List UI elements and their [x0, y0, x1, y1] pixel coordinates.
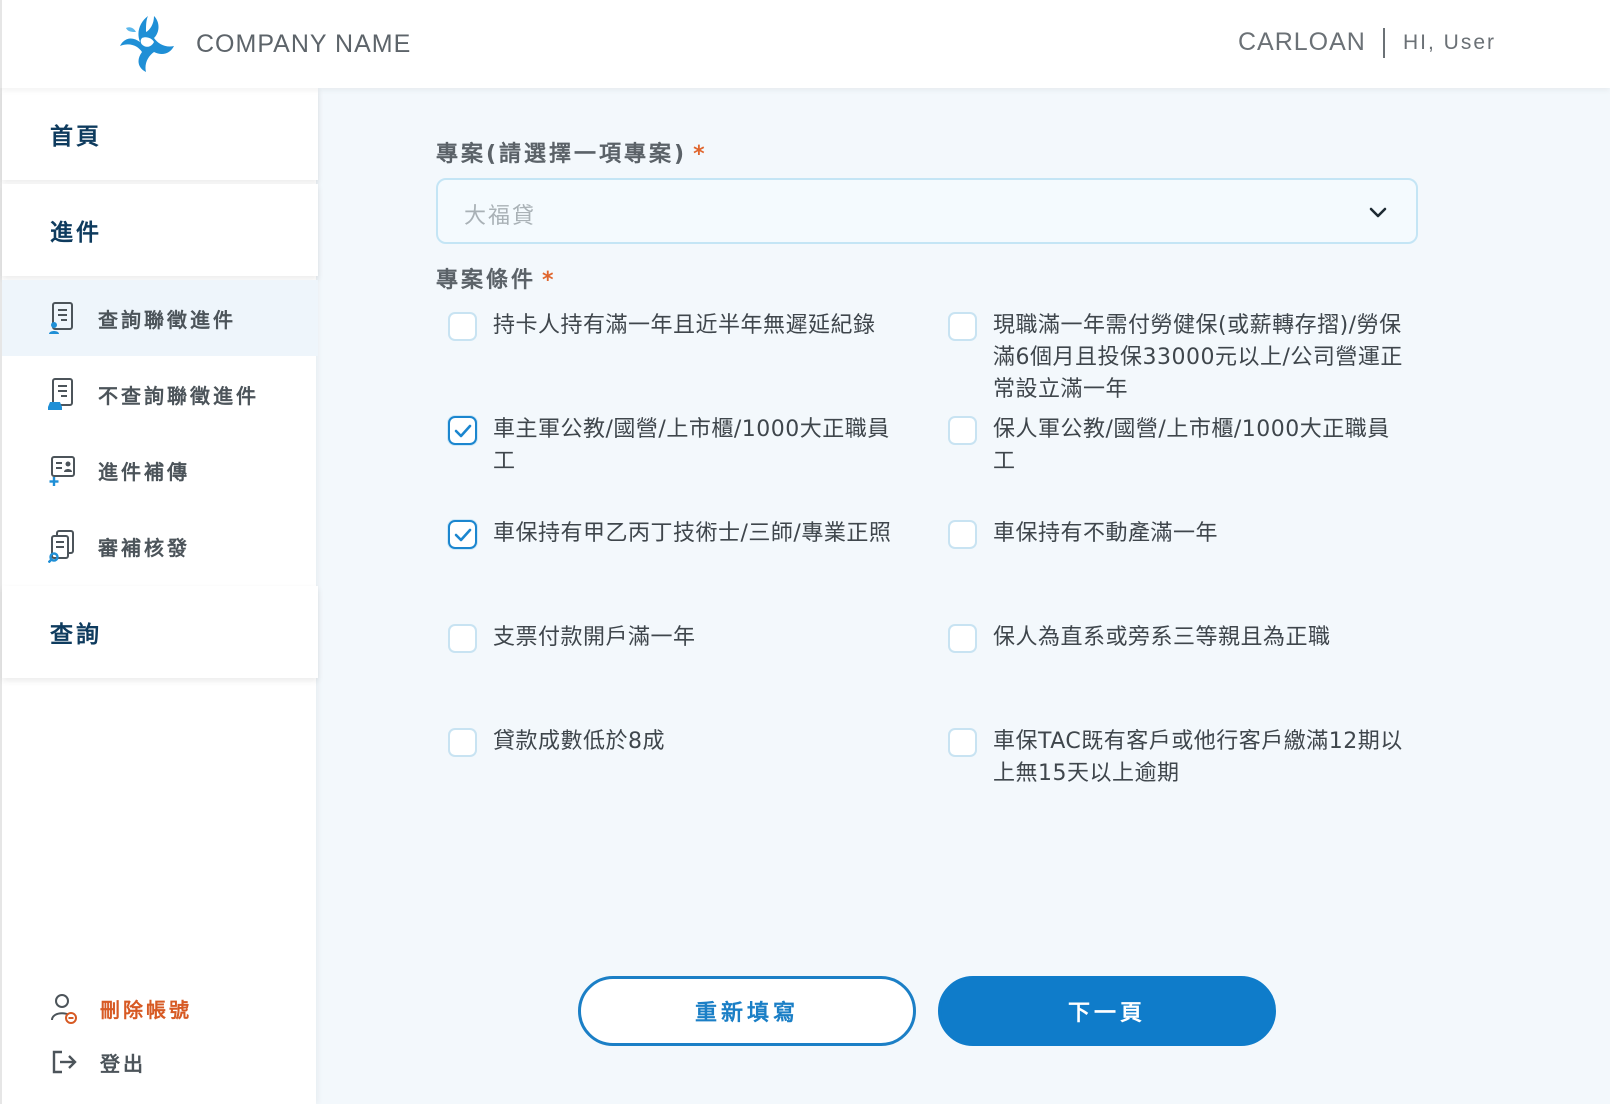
sidebar-item-label: 審補核發 — [98, 535, 190, 560]
logout-label: 登出 — [100, 1051, 146, 1076]
project-field-label: 專案(請選擇一項專案) * — [436, 136, 708, 168]
user-greeting[interactable]: HI, User — [1403, 31, 1496, 55]
condition-label: 保人為直系或旁系三等親且為正職 — [993, 625, 1331, 650]
condition-label: 保人軍公教/國營/上市櫃/1000大正職員工 — [993, 417, 1390, 474]
sidebar-item-query-credit[interactable]: 查詢聯徵進件 — [2, 280, 318, 356]
condition-label: 車主軍公教/國營/上市櫃/1000大正職員工 — [493, 417, 890, 474]
condition-label: 車保TAC既有客戶或他行客戶繳滿12期以上無15天以上逾期 — [993, 729, 1403, 786]
condition-label: 車保持有不動產滿一年 — [993, 521, 1219, 546]
company-logo — [120, 16, 174, 72]
nav-application-label: 進件 — [50, 220, 102, 246]
sidebar-item-label: 不查詢聯徵進件 — [98, 383, 259, 408]
nav-query[interactable]: 查詢 — [2, 586, 318, 678]
documents-search-icon — [48, 530, 74, 563]
condition-option[interactable]: 現職滿一年需付勞健保(或薪轉存摺)/勞保滿6個月且投保33000元以上/公司營運… — [936, 310, 1406, 406]
condition-option[interactable]: 車保持有甲乙丙丁技術士/三師/專業正照 — [436, 518, 906, 550]
conditions-label-text: 專案條件 — [436, 268, 537, 293]
condition-checkbox[interactable] — [448, 728, 477, 757]
document-person-icon — [49, 302, 73, 334]
conditions-field-label: 專案條件 * — [436, 262, 557, 294]
condition-checkbox[interactable] — [448, 624, 477, 653]
delete-account-label: 刪除帳號 — [100, 997, 192, 1022]
condition-checkbox[interactable] — [948, 624, 977, 653]
sidebar-item-no-query-credit[interactable]: 不查詢聯徵進件 — [2, 356, 318, 432]
sidebar: 首頁 進件 查詢聯徵進件 不查詢聯徵進件 進件補傳 審補核發 查詢 刪除帳號 登… — [0, 88, 318, 1104]
condition-checkbox[interactable] — [948, 312, 977, 341]
condition-checkbox[interactable] — [948, 728, 977, 757]
condition-option[interactable]: 車保持有不動產滿一年 — [936, 518, 1406, 550]
logout-icon — [52, 1050, 77, 1074]
nav-query-label: 查詢 — [50, 622, 102, 648]
condition-checkbox[interactable] — [448, 520, 477, 549]
nav-home[interactable]: 首頁 — [2, 88, 318, 180]
condition-label: 車保持有甲乙丙丁技術士/三師/專業正照 — [493, 521, 892, 546]
sidebar-item-label: 進件補傳 — [98, 459, 190, 484]
document-car-icon — [48, 378, 73, 410]
condition-checkbox[interactable] — [448, 312, 477, 341]
condition-label: 貸款成數低於8成 — [493, 729, 665, 754]
sidebar-item-review-supplement[interactable]: 審補核發 — [2, 508, 318, 584]
condition-option[interactable]: 車保TAC既有客戶或他行客戶繳滿12期以上無15天以上逾期 — [936, 726, 1406, 790]
checkmark-icon — [454, 528, 471, 541]
sidebar-item-upload-supplement[interactable]: 進件補傳 — [2, 432, 318, 508]
condition-label: 支票付款開戶滿一年 — [493, 625, 696, 650]
condition-label: 持卡人持有滿一年且近半年無遲延紀錄 — [493, 313, 876, 338]
top-header: COMPANY NAME CARLOAN HI, User — [0, 0, 1610, 88]
project-select[interactable]: 大福貸 — [436, 178, 1418, 244]
condition-label: 現職滿一年需付勞健保(或薪轉存摺)/勞保滿6個月且投保33000元以上/公司營運… — [993, 313, 1403, 402]
id-card-plus-icon — [49, 456, 75, 486]
chevron-down-icon — [1369, 207, 1387, 218]
header-divider — [1383, 28, 1385, 58]
sidebar-item-label: 查詢聯徵進件 — [98, 307, 236, 332]
condition-option[interactable]: 持卡人持有滿一年且近半年無遲延紀錄 — [436, 310, 906, 342]
project-select-value: 大福貸 — [464, 204, 537, 229]
condition-option[interactable]: 支票付款開戶滿一年 — [436, 622, 906, 654]
main-content: 專案(請選擇一項專案) * 大福貸 專案條件 * 持卡人持有滿一年且近半年無遲延紀錄… — [316, 88, 1610, 1104]
required-mark: * — [542, 268, 557, 293]
required-mark: * — [693, 142, 708, 167]
condition-option[interactable]: 保人軍公教/國營/上市櫃/1000大正職員工 — [936, 414, 1406, 478]
logout-button[interactable]: 登出 — [2, 1042, 318, 1082]
condition-option[interactable]: 車主軍公教/國營/上市櫃/1000大正職員工 — [436, 414, 906, 478]
condition-checkbox[interactable] — [948, 520, 977, 549]
next-page-button[interactable]: 下一頁 — [938, 976, 1276, 1046]
condition-checkbox[interactable] — [948, 416, 977, 445]
condition-option[interactable]: 保人為直系或旁系三等親且為正職 — [936, 622, 1406, 654]
nav-application[interactable]: 進件 — [2, 184, 318, 276]
condition-checkbox[interactable] — [448, 416, 477, 445]
user-remove-icon — [51, 994, 77, 1024]
checkmark-icon — [454, 424, 471, 437]
app-name: CARLOAN — [1238, 28, 1366, 56]
condition-option[interactable]: 貸款成數低於8成 — [436, 726, 906, 758]
company-name: COMPANY NAME — [196, 30, 412, 58]
nav-home-label: 首頁 — [50, 124, 102, 150]
reset-button[interactable]: 重新填寫 — [578, 976, 916, 1046]
project-label-text: 專案(請選擇一項專案) — [436, 142, 688, 167]
delete-account-button[interactable]: 刪除帳號 — [2, 988, 318, 1028]
